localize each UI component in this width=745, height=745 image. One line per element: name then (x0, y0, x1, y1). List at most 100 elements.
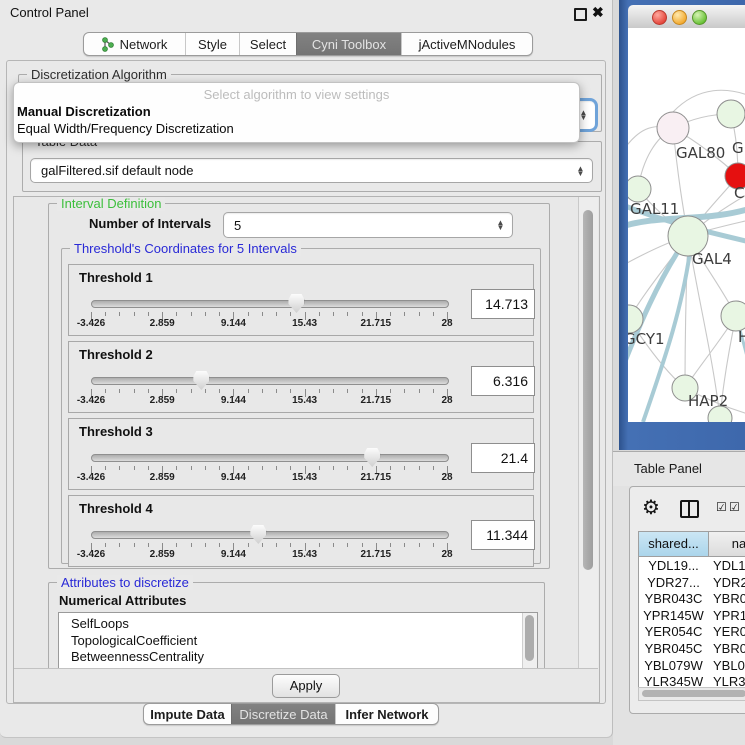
gear-icon[interactable]: ⚙ (642, 495, 660, 520)
tab-select[interactable]: Select (239, 33, 296, 55)
threshold-panel-2: Threshold 2-3.4262.8599.14415.4321.71528… (68, 341, 534, 413)
slider-tick (191, 312, 192, 316)
network-node-g[interactable] (717, 100, 745, 128)
table-data-select[interactable]: galFiltered.sif default node ▲▼ (30, 158, 593, 183)
slider-tick-label: 28 (441, 395, 452, 406)
network-canvas[interactable]: GAL80GCGAL11GAL4GCY1HHAP2 (628, 28, 745, 422)
column-header-name[interactable]: na (709, 532, 745, 557)
close-traffic-light[interactable] (652, 10, 667, 25)
table-horizontal-scrollbar[interactable] (638, 687, 745, 701)
titlebar: Control Panel ✖ (0, 0, 612, 26)
threshold-slider-thumb[interactable] (193, 371, 209, 390)
slider-tick-label: 2.859 (150, 395, 175, 406)
table-cell[interactable]: YPR1 (713, 607, 745, 624)
network-window-titlebar[interactable] (628, 5, 745, 29)
table-cell[interactable]: YBR0 (713, 640, 745, 657)
tab-impute-data[interactable]: Impute Data (144, 704, 231, 724)
table-cell[interactable]: YDL19... (639, 557, 708, 574)
slider-tick (276, 466, 277, 470)
slider-tick (105, 543, 106, 547)
threshold-slider-thumb[interactable] (288, 294, 304, 313)
scrollbar-thumb[interactable] (583, 210, 593, 570)
network-node-gal11[interactable] (628, 176, 651, 202)
number-of-intervals-select[interactable]: 5 ▲▼ (223, 212, 513, 238)
tab-cyni-toolbox[interactable]: Cyni Toolbox (296, 33, 401, 55)
thresholds-container: Threshold 1-3.4262.8599.14415.4321.71528… (68, 264, 534, 572)
table-cell[interactable]: YPR145W (639, 607, 708, 624)
slider-tick (333, 312, 334, 316)
scrollbar-thumb[interactable] (642, 690, 745, 697)
network-node-label: H (738, 328, 745, 346)
attribute-list-item[interactable]: TopologicalCoefficient (59, 633, 537, 650)
threshold-slider-track[interactable] (91, 377, 449, 385)
table-cell[interactable]: YBR043C (639, 590, 708, 607)
panel-title: Control Panel (10, 5, 89, 20)
threshold-slider-track[interactable] (91, 300, 449, 308)
tab-infer-network[interactable]: Infer Network (335, 704, 438, 724)
slider-tick-label: 28 (441, 472, 452, 483)
zoom-traffic-light[interactable] (692, 10, 707, 25)
table-cell[interactable]: YBR045C (639, 640, 708, 657)
settings-scrollbar[interactable] (578, 197, 598, 668)
attributes-scrollbar[interactable] (522, 613, 537, 668)
table-row[interactable]: YER054C YER0 (639, 623, 745, 640)
threshold-value-field[interactable]: 21.4 (471, 443, 535, 473)
threshold-slider-track[interactable] (91, 531, 449, 539)
table-cell[interactable]: YBR0 (713, 590, 745, 607)
table-cell[interactable]: YBL079W (639, 657, 708, 674)
minimize-traffic-light[interactable] (672, 10, 687, 25)
table-cell[interactable]: YER054C (639, 623, 708, 640)
tab-style[interactable]: Style (185, 33, 239, 55)
threshold-value-field[interactable]: 14.713 (471, 289, 535, 319)
node-attribute-table[interactable]: shared... na YDL19...YDL1YDR27...YDR2YBR… (638, 531, 745, 697)
table-row[interactable]: YBR043C YBR0 (639, 590, 745, 607)
slider-tick-label: 28 (441, 318, 452, 329)
threshold-value-field[interactable]: 11.344 (471, 520, 535, 550)
tab-discretize-data[interactable]: Discretize Data (231, 704, 335, 724)
close-icon[interactable]: ✖ (592, 4, 604, 21)
table-row[interactable]: YDL19... YDL1 (639, 557, 745, 574)
stepper-icon: ▲▼ (496, 220, 505, 230)
slider-tick (262, 466, 263, 470)
attributes-group: Attributes to discretize Numerical Attri… (48, 582, 545, 668)
table-cell[interactable]: YDR2 (713, 574, 745, 591)
table-row[interactable]: YPR145W YPR1 (639, 607, 745, 624)
numerical-attributes-list[interactable]: SelfLoopsTopologicalCoefficientBetweenne… (58, 612, 538, 668)
slider-tick (191, 466, 192, 470)
checkbox-icon[interactable]: ☑ (716, 500, 727, 514)
network-node-h[interactable] (721, 301, 745, 331)
threshold-slider-track[interactable] (91, 454, 449, 462)
threshold-slider-thumb[interactable] (364, 448, 380, 467)
threshold-panel-1: Threshold 1-3.4262.8599.14415.4321.71528… (68, 264, 534, 336)
tab-network[interactable]: Network (84, 33, 185, 55)
interval-definition-label: Interval Definition (57, 197, 165, 211)
tab-jactivemnodules[interactable]: jActiveMNodules (401, 33, 532, 55)
table-cell[interactable]: YDL1 (713, 557, 745, 574)
slider-tick (248, 543, 249, 547)
split-columns-icon[interactable] (680, 500, 699, 518)
threshold-slider-thumb[interactable] (250, 525, 266, 544)
slider-tick-label: 21.715 (361, 318, 392, 329)
algorithm-option-manual[interactable]: Manual Discretization (17, 104, 151, 119)
network-node-gal80[interactable] (657, 112, 689, 144)
slider-tick (433, 466, 434, 470)
column-header-shared-name[interactable]: shared... (639, 532, 709, 557)
scrollbar-thumb[interactable] (525, 615, 534, 661)
float-window-icon[interactable] (574, 8, 587, 21)
slider-tick (290, 312, 291, 316)
table-cell[interactable]: YBL0 (713, 657, 745, 674)
attribute-list-item[interactable]: BetweennessCentrality (59, 649, 537, 666)
threshold-value-field[interactable]: 6.316 (471, 366, 535, 396)
table-cell[interactable]: YDR27... (639, 574, 708, 591)
algorithm-option-equal-width[interactable]: Equal Width/Frequency Discretization (17, 121, 234, 136)
stepper-icon: ▲▼ (579, 110, 588, 120)
table-row[interactable]: YBL079W YBL0 (639, 657, 745, 674)
table-row[interactable]: YDR27... YDR2 (639, 574, 745, 591)
attribute-list-item[interactable]: SelfLoops (59, 616, 537, 633)
table-row[interactable]: YBR045C YBR0 (639, 640, 745, 657)
apply-button[interactable]: Apply (272, 674, 340, 698)
slider-tick (148, 312, 149, 316)
table-cell[interactable]: YER0 (713, 623, 745, 640)
numerical-attributes-label: Numerical Attributes (59, 593, 186, 608)
checkbox-icon[interactable]: ☑ (729, 500, 740, 514)
